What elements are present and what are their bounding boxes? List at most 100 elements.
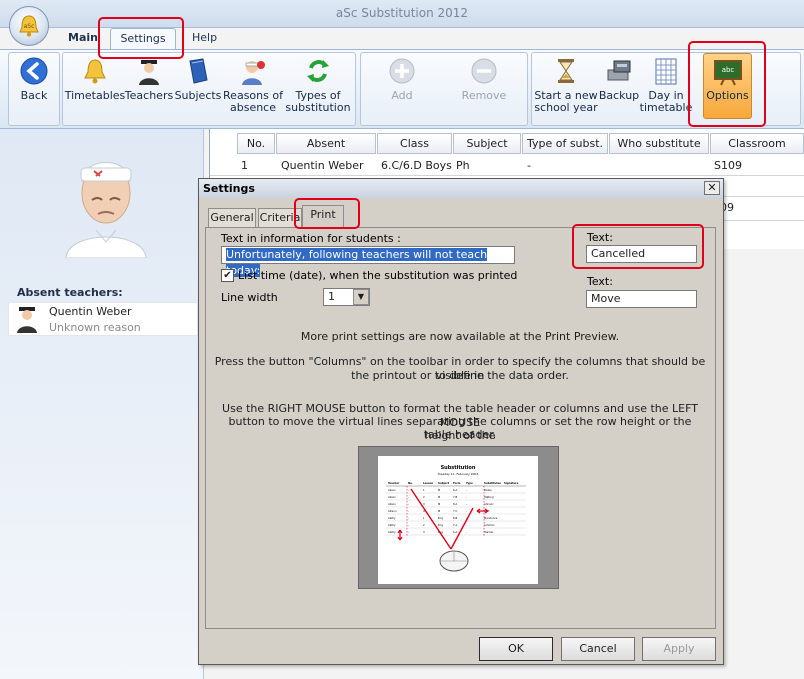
- preview-cell: Harlow: [484, 530, 494, 534]
- orb-label: aSc: [24, 23, 35, 30]
- column-header-classroom[interactable]: Classroom: [710, 133, 804, 154]
- close-icon[interactable]: ✕: [704, 181, 720, 195]
- print-preview-note: More print settings are now available at…: [300, 330, 620, 343]
- preview-cell: 6.A: [453, 488, 457, 492]
- reasons-of-absence-button[interactable]: Reasons of absence: [222, 54, 284, 122]
- tab-help[interactable]: Help: [182, 28, 227, 50]
- text1-input[interactable]: Cancelled: [586, 245, 697, 263]
- preview-cell: -: [408, 503, 409, 506]
- preview-cell: -: [408, 510, 409, 513]
- line-width-label: Line width: [221, 291, 278, 304]
- sick-teacher-illustration: [65, 162, 147, 259]
- preview-cell: Cathy: [388, 523, 396, 527]
- remove-button[interactable]: Remove: [458, 54, 510, 122]
- new-year-label-line2: school year: [534, 101, 598, 114]
- preview-cell: Elston: [484, 488, 492, 492]
- cell-no: 1: [241, 159, 248, 172]
- preview-cell: Lohman: [484, 523, 495, 527]
- preview-cell: -: [466, 496, 467, 499]
- cell-subject: Ph: [456, 159, 470, 172]
- preview-cell: -: [466, 489, 467, 492]
- info-text-label: Text in information for students :: [221, 232, 401, 245]
- app-orb-button[interactable]: aSc: [9, 6, 49, 46]
- book-icon: [189, 58, 208, 84]
- backup-drive-icon: [607, 60, 631, 81]
- column-header-type[interactable]: Type of subst.: [522, 133, 608, 154]
- text2-label: Text:: [587, 275, 613, 288]
- swap-arrows-icon: [307, 60, 329, 82]
- apply-button[interactable]: Apply: [642, 637, 716, 661]
- types-of-substitution-button[interactable]: Types of substitution: [284, 54, 352, 122]
- ok-button[interactable]: OK: [479, 637, 553, 661]
- teachers-label: Teachers: [124, 89, 174, 102]
- preview-cell: Alison: [388, 495, 396, 499]
- preview-cell: -: [408, 517, 409, 520]
- text2-input[interactable]: Move: [586, 290, 697, 308]
- start-new-school-year-button[interactable]: Start a new school year: [534, 54, 598, 122]
- preview-page: Substitution Tuesday 11. February 2003 T…: [378, 456, 538, 584]
- preview-header-cell: Signature: [504, 481, 519, 485]
- tab-settings[interactable]: Settings: [110, 28, 176, 50]
- absent-teacher-avatar: [56, 138, 156, 259]
- back-arrow-icon: [20, 57, 48, 85]
- column-header-subject[interactable]: Subject: [453, 133, 521, 154]
- preview-cell: -: [466, 503, 467, 506]
- backup-button[interactable]: Backup: [598, 54, 640, 122]
- row-divider: [720, 196, 804, 197]
- preview-cell: Allison: [388, 509, 397, 513]
- chalkboard-text: abc: [721, 66, 734, 74]
- timetables-button[interactable]: Timetables: [65, 54, 125, 122]
- list-time-checkbox[interactable]: ✔: [221, 269, 234, 282]
- options-button[interactable]: abc Options: [703, 53, 752, 119]
- cell-classroom: S109: [714, 159, 742, 172]
- preview-cell: -: [408, 524, 409, 527]
- preview-cell: M: [438, 488, 440, 492]
- chevron-down-icon[interactable]: ▼: [353, 289, 369, 305]
- preview-date: Tuesday 11. February 2003: [437, 472, 479, 476]
- preview-cell: 2: [423, 523, 425, 527]
- preview-cell: Alison: [388, 488, 396, 492]
- preview-title: Substitution: [441, 465, 476, 471]
- preview-cell: Eng: [438, 523, 443, 527]
- back-button[interactable]: Back: [10, 54, 58, 122]
- tab-general[interactable]: General: [208, 208, 256, 227]
- teachers-button[interactable]: Teachers: [124, 54, 174, 122]
- preview-header-cell: No.: [408, 481, 413, 485]
- subjects-button[interactable]: Subjects: [174, 54, 222, 122]
- tab-main[interactable]: Main: [58, 28, 108, 50]
- preview-cell: 7.A: [453, 523, 457, 527]
- day-label-line2: timetable: [639, 101, 693, 114]
- column-header-class[interactable]: Class: [377, 133, 452, 154]
- absent-teacher-reason: Unknown reason: [49, 321, 141, 334]
- tab-print[interactable]: Print: [302, 205, 344, 228]
- line-width-value: 1: [328, 290, 335, 303]
- backup-label: Backup: [598, 89, 640, 102]
- add-button[interactable]: Add: [378, 54, 426, 122]
- preview-header-cell: Subject: [438, 481, 450, 485]
- preview-cell: -: [408, 489, 409, 492]
- bell-icon: aSc: [19, 15, 39, 37]
- remove-label: Remove: [461, 89, 507, 102]
- calendar-grid-icon: [655, 58, 677, 85]
- preview-cell: 7.C: [453, 509, 457, 513]
- preview-table-illustration: Substitution Tuesday 11. February 2003 T…: [386, 465, 526, 572]
- types-label-line2: substitution: [285, 101, 351, 114]
- tab-criteria[interactable]: Criteria: [258, 208, 302, 227]
- app-title: aSc Substitution 2012: [335, 6, 469, 20]
- preview-cell: 2: [423, 495, 425, 499]
- chalkboard-icon: abc: [713, 60, 742, 86]
- preview-header-cell: Type: [466, 481, 473, 485]
- preview-cell: 8.A: [453, 502, 457, 506]
- cancel-button[interactable]: Cancel: [561, 637, 635, 661]
- column-header-who[interactable]: Who substitute: [609, 133, 709, 154]
- day-in-timetable-button[interactable]: Day in timetable: [639, 54, 693, 122]
- preview-cell: -: [408, 531, 409, 534]
- preview-cell: 1: [423, 488, 425, 492]
- mouse-hint-line3: table header.: [423, 428, 497, 441]
- preview-cell: Alison: [388, 502, 396, 506]
- preview-cell: Eng: [438, 516, 443, 520]
- column-header-absent[interactable]: Absent: [276, 133, 376, 154]
- column-header-no[interactable]: No.: [237, 133, 275, 154]
- absent-teacher-name: Quentin Weber: [49, 305, 132, 318]
- info-text-input[interactable]: Unfortunately, following teachers will n…: [221, 246, 515, 277]
